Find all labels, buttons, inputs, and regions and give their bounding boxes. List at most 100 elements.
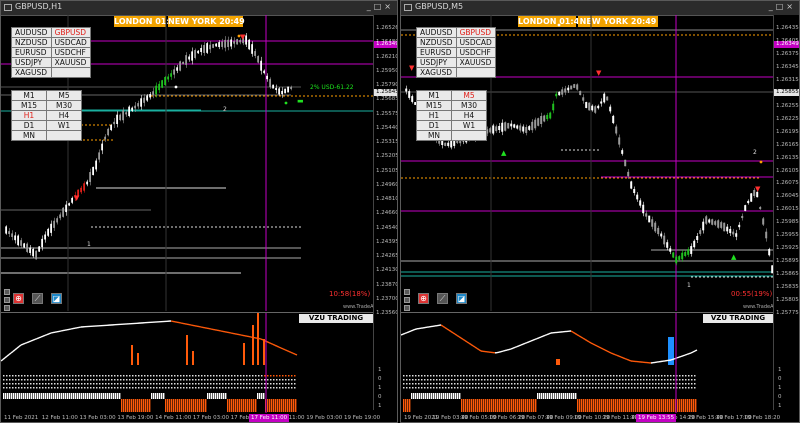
small-toggle[interactable] bbox=[404, 305, 410, 311]
timeframe-button-m15[interactable]: M15 bbox=[416, 100, 452, 111]
signal-dot-row bbox=[168, 379, 170, 381]
small-toggle[interactable] bbox=[404, 297, 410, 303]
indicator-pane[interactable] bbox=[401, 313, 773, 413]
timeframe-button-w1[interactable]: W1 bbox=[451, 120, 487, 131]
symbol-selector[interactable]: AUDUSD GBPUSD NZDUSD USDCAD EURUSD USDCHF USDJ… bbox=[416, 27, 496, 78]
signal-dot-row bbox=[673, 375, 675, 377]
close-icon[interactable]: × bbox=[786, 2, 796, 11]
timeframe-selector[interactable]: M1 M5 M15 M30 H1 H4 D1 W1 MN bbox=[11, 90, 82, 141]
timeframe-button-m5[interactable]: M5 bbox=[451, 90, 487, 101]
timeframe-button-m5[interactable]: M5 bbox=[46, 90, 82, 101]
window-controls[interactable]: _□× bbox=[367, 2, 394, 11]
timeframe-button-m30[interactable]: M30 bbox=[46, 100, 82, 111]
close-icon[interactable]: × bbox=[384, 2, 394, 11]
timeframe-button-d1[interactable]: D1 bbox=[416, 120, 452, 131]
symbol-button-usdjpy[interactable]: USDJPY bbox=[11, 57, 52, 68]
timeframe-button-mn[interactable]: MN bbox=[11, 130, 47, 141]
trendline-icon[interactable]: ⟋ bbox=[32, 293, 43, 304]
trend-ribbon-bar bbox=[31, 393, 33, 399]
signal-dot-row bbox=[673, 379, 675, 381]
candle bbox=[32, 248, 34, 257]
symbol-button-usdcad[interactable]: USDCAD bbox=[50, 37, 91, 48]
candle bbox=[8, 231, 10, 235]
price-axis[interactable]: 1.265261.264801.262101.259501.257901.256… bbox=[373, 15, 397, 410]
minimize-icon[interactable]: _ bbox=[367, 2, 374, 11]
small-toggle[interactable] bbox=[404, 289, 410, 295]
oscillator-line bbox=[24, 341, 28, 345]
signal-dot-row bbox=[568, 387, 570, 389]
chart-tool-icon[interactable]: ◪ bbox=[51, 293, 62, 304]
symbol-button-gbpusd[interactable]: GBPUSD bbox=[455, 27, 496, 38]
symbol-button-nzdusd[interactable]: NZDUSD bbox=[416, 37, 457, 48]
oscillator-line bbox=[522, 342, 526, 345]
indicator-pane[interactable] bbox=[1, 313, 373, 413]
symbol-button-xauusd[interactable]: XAUUSD bbox=[455, 57, 496, 68]
signal-dot-row bbox=[39, 375, 41, 377]
symbol-button-eurusd[interactable]: EURUSD bbox=[416, 47, 457, 58]
timeframe-button-m15[interactable]: M15 bbox=[11, 100, 47, 111]
symbol-selector[interactable]: AUDUSD GBPUSD NZDUSD USDCAD EURUSD USDCHF USDJ… bbox=[11, 27, 91, 78]
timeframe-button-h4[interactable]: H4 bbox=[451, 110, 487, 121]
timeframe-button-m1[interactable]: M1 bbox=[11, 90, 47, 101]
price-axis[interactable]: 1.264351.264051.263751.263451.263151.262… bbox=[773, 15, 799, 410]
timeframe-button-mn[interactable]: MN bbox=[416, 130, 452, 141]
candle bbox=[176, 67, 178, 71]
trend-ribbon-bar bbox=[503, 399, 505, 412]
timeframe-selector[interactable]: M1 M5 M15 M30 H1 H4 D1 W1 MN bbox=[416, 90, 487, 141]
symbol-button-usdchf[interactable]: USDCHF bbox=[50, 47, 91, 58]
time-tick-label: 19 Feb 19:00 bbox=[344, 415, 381, 421]
symbol-button-xagusd[interactable]: XAGUSD bbox=[416, 67, 457, 78]
timeframe-button-h1[interactable]: H1 bbox=[416, 110, 452, 121]
timeframe-button-d1[interactable]: D1 bbox=[11, 120, 47, 131]
signal-dot-row bbox=[114, 379, 116, 381]
signal-dot-row bbox=[409, 383, 411, 385]
window-controls[interactable]: _□× bbox=[769, 2, 796, 11]
signal-dot-row bbox=[457, 379, 459, 381]
symbol-button-audusd[interactable]: AUDUSD bbox=[11, 27, 52, 38]
price-tick-label: 1.26105 bbox=[776, 167, 799, 174]
signal-dot-row bbox=[234, 375, 236, 377]
maximize-icon[interactable]: □ bbox=[776, 2, 787, 11]
timeframe-button-m1[interactable]: M1 bbox=[416, 90, 452, 101]
oscillator-line bbox=[592, 343, 596, 346]
trend-ribbon-bar bbox=[171, 399, 173, 412]
candle bbox=[621, 150, 624, 154]
maximize-icon[interactable]: □ bbox=[374, 2, 385, 11]
signal-dot bbox=[174, 85, 178, 89]
signal-dot-row bbox=[610, 387, 612, 389]
minimize-icon[interactable]: _ bbox=[769, 2, 776, 11]
symbol-button-gbpusd[interactable]: GBPUSD bbox=[50, 27, 91, 38]
chart-window-m5[interactable]: GBPUSD,M5 _□× LONDON 01:49 NEW YORK 20:4… bbox=[400, 0, 800, 423]
symbol-button-nzdusd[interactable]: NZDUSD bbox=[11, 37, 52, 48]
crosshair-icon[interactable]: ⊕ bbox=[13, 293, 24, 304]
signal-dot-row bbox=[66, 375, 68, 377]
small-toggle[interactable] bbox=[4, 297, 10, 303]
symbol-button-xauusd[interactable]: XAUUSD bbox=[50, 57, 91, 68]
crosshair-icon[interactable]: ⊕ bbox=[418, 293, 429, 304]
timeframe-button-h4[interactable]: H4 bbox=[46, 110, 82, 121]
chart-window-h1[interactable]: GBPUSD,H1 _□× LONDON 01:49 NEW YORK 20:4… bbox=[0, 0, 398, 423]
candle-timer: 00:55(19%) bbox=[731, 290, 773, 298]
timeframe-button-w1[interactable]: W1 bbox=[46, 120, 82, 131]
symbol-button-usdcad[interactable]: USDCAD bbox=[455, 37, 496, 48]
signal-dot-row bbox=[78, 387, 80, 389]
signal-dot-row bbox=[505, 383, 507, 385]
symbol-button-eurusd[interactable]: EURUSD bbox=[11, 47, 52, 58]
symbol-button-usdchf[interactable]: USDCHF bbox=[455, 47, 496, 58]
chart-tool-icon[interactable]: ◪ bbox=[456, 293, 467, 304]
timeframe-button-h1[interactable]: H1 bbox=[11, 110, 47, 121]
window-titlebar[interactable]: GBPUSD,H1 _□× bbox=[1, 1, 397, 16]
price-tick-label: 1.26375 bbox=[776, 50, 799, 57]
window-titlebar[interactable]: GBPUSD,M5 _□× bbox=[401, 1, 799, 16]
symbol-button-audusd[interactable]: AUDUSD bbox=[416, 27, 457, 38]
symbol-button-xagusd[interactable]: XAGUSD bbox=[11, 67, 52, 78]
small-toggle[interactable] bbox=[4, 305, 10, 311]
small-toggle[interactable] bbox=[4, 289, 10, 295]
symbol-button-usdjpy[interactable]: USDJPY bbox=[416, 57, 457, 68]
timeframe-button-m30[interactable]: M30 bbox=[451, 100, 487, 111]
trend-ribbon-bar bbox=[459, 393, 461, 399]
oscillator-line bbox=[624, 357, 628, 361]
trendline-icon[interactable]: ⟋ bbox=[437, 293, 448, 304]
candle bbox=[182, 61, 184, 65]
signal-dot-row bbox=[9, 375, 11, 377]
